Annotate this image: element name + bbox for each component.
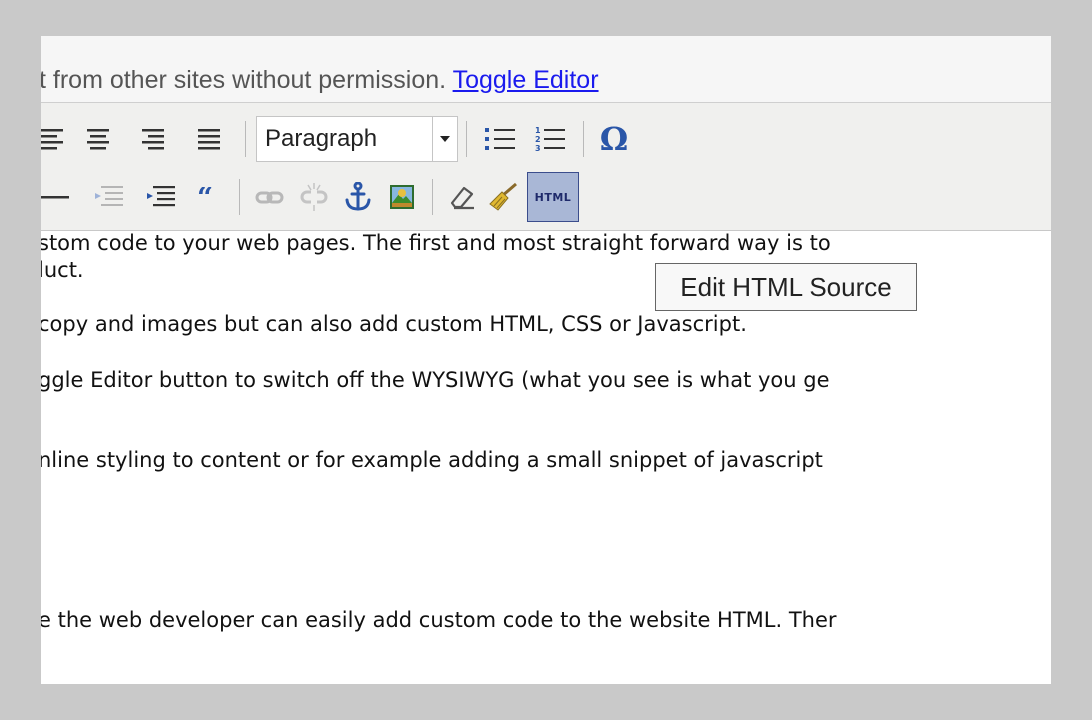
format-select-value: Paragraph	[265, 125, 378, 152]
toolbar-row-2: “ HTML	[41, 172, 579, 222]
toolbar-separator	[239, 179, 240, 215]
toggle-editor-link[interactable]: Toggle Editor	[453, 66, 599, 94]
anchor-icon[interactable]	[336, 175, 380, 219]
align-right-icon[interactable]	[125, 117, 181, 161]
toolbar-separator	[466, 121, 467, 157]
indent-icon[interactable]	[133, 175, 187, 219]
svg-text:2: 2	[535, 135, 541, 144]
content-line: e the web developer can easily add custo…	[41, 608, 837, 632]
html-button-label: HTML	[534, 190, 572, 204]
unlink-icon[interactable]	[292, 175, 336, 219]
eraser-icon[interactable]	[441, 175, 483, 219]
toolbar-separator	[432, 179, 433, 215]
svg-text:1: 1	[535, 126, 541, 135]
editor-toolbar: Paragraph 123 Ω “ HTML	[41, 103, 1051, 231]
toolbar-row-1: Paragraph 123 Ω	[41, 116, 636, 162]
image-icon[interactable]	[380, 175, 424, 219]
link-icon[interactable]	[248, 175, 292, 219]
outdent-icon[interactable]	[83, 175, 133, 219]
special-character-button[interactable]: Ω	[592, 117, 636, 161]
svg-text:3: 3	[535, 144, 541, 153]
notice-text: t from other sites without permission. T…	[41, 66, 599, 95]
cleanup-icon[interactable]	[483, 175, 523, 219]
align-center-icon[interactable]	[71, 117, 125, 161]
content-line: ggle Editor button to switch off the WYS…	[41, 368, 830, 392]
edit-html-source-button[interactable]: HTML	[527, 172, 579, 222]
content-line: nline styling to content or for example …	[41, 448, 823, 472]
format-select[interactable]: Paragraph	[256, 116, 458, 162]
toolbar-separator	[583, 121, 584, 157]
chevron-down-icon[interactable]	[432, 117, 457, 161]
numbered-list-icon[interactable]: 123	[525, 117, 575, 161]
svg-text:“: “	[197, 187, 213, 207]
align-justify-icon[interactable]	[181, 117, 237, 161]
horizontal-rule-icon[interactable]	[41, 175, 83, 219]
bullet-list-icon[interactable]	[475, 117, 525, 161]
content-line: copy and images but can also add custom …	[41, 312, 747, 336]
content-line: luct.	[41, 258, 84, 282]
content-line: stom code to your web pages. The first a…	[41, 231, 831, 255]
toolbar-separator	[245, 121, 246, 157]
align-left-icon[interactable]	[41, 117, 71, 161]
notice-message: t from other sites without permission.	[41, 66, 453, 94]
editor-frame: t from other sites without permission. T…	[41, 36, 1051, 684]
tooltip: Edit HTML Source	[655, 263, 917, 311]
blockquote-icon[interactable]: “	[187, 175, 231, 219]
notice-bar: t from other sites without permission. T…	[41, 36, 1051, 103]
